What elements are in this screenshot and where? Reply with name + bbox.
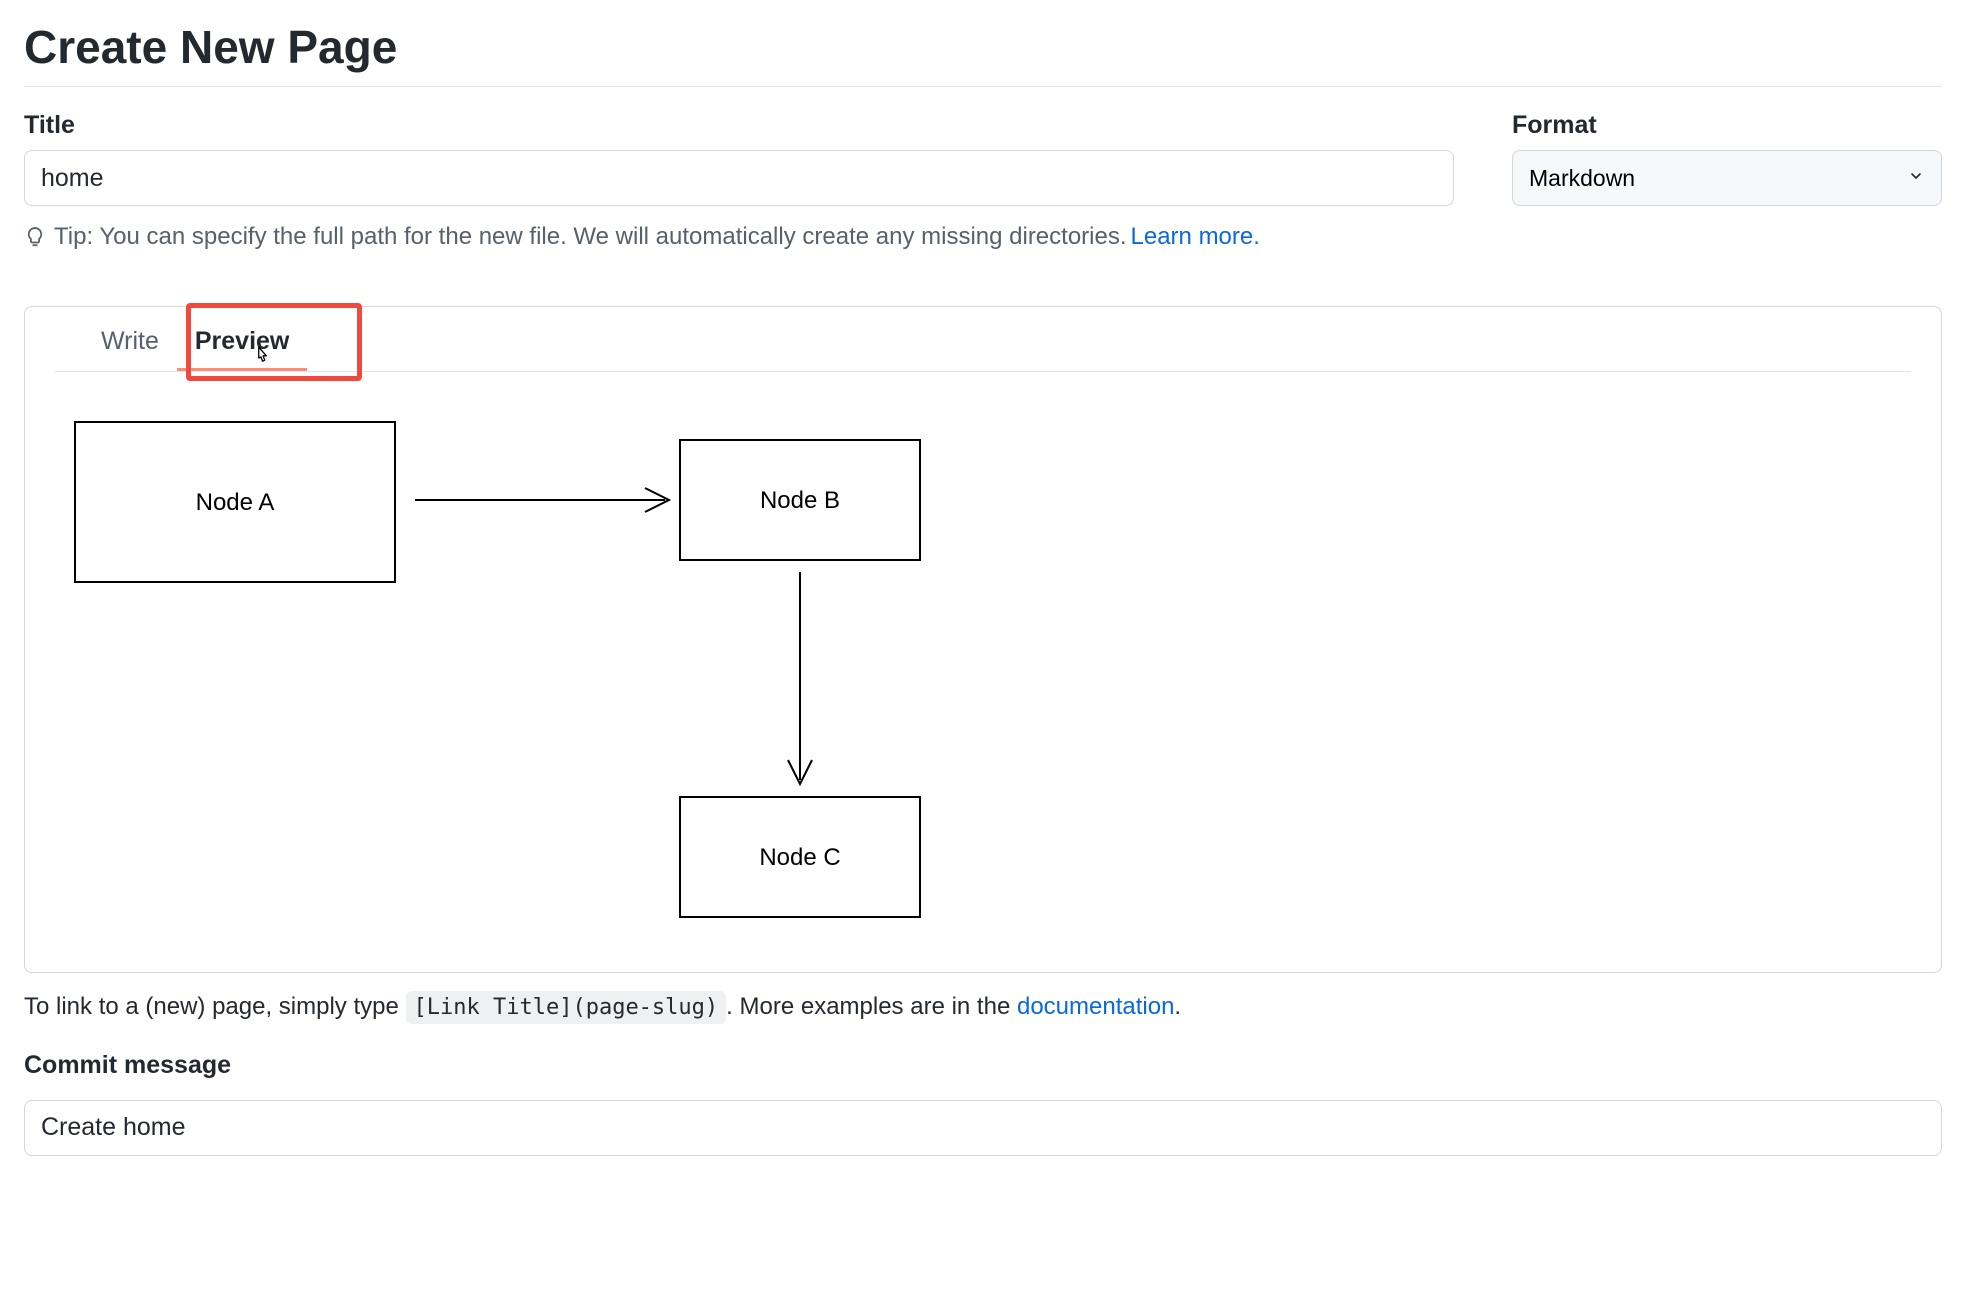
diagram-node-c-label: Node C [759, 844, 840, 871]
documentation-link[interactable]: documentation [1017, 993, 1174, 1020]
commit-message-input[interactable] [24, 1100, 1942, 1156]
link-hint-prefix: To link to a (new) page, simply type [24, 993, 406, 1020]
diagram-node-b-label: Node B [760, 487, 840, 514]
link-hint-suffix: . [1174, 993, 1181, 1020]
tip-text: Tip: You can specify the full path for t… [54, 220, 1127, 254]
link-hint: To link to a (new) page, simply type [Li… [24, 993, 1942, 1021]
tab-preview[interactable]: Preview [177, 317, 308, 371]
learn-more-link[interactable]: Learn more. [1131, 220, 1260, 254]
title-label: Title [24, 111, 1454, 140]
page-heading: Create New Page [24, 20, 1942, 87]
tab-write[interactable]: Write [83, 317, 177, 371]
diagram: Node A Node B Node C [55, 412, 955, 932]
link-hint-middle: . More examples are in the [726, 993, 1017, 1020]
format-label: Format [1512, 111, 1942, 140]
diagram-node-a-label: Node A [196, 489, 275, 516]
lightbulb-icon [24, 224, 46, 250]
preview-content: Node A Node B Node C [25, 372, 1941, 972]
editor-panel: Write Preview Node A Node B Node C [24, 306, 1942, 973]
format-select[interactable]: Markdown [1512, 150, 1942, 206]
link-hint-code: [Link Title](page-slug) [406, 991, 727, 1024]
title-input[interactable] [24, 150, 1454, 206]
commit-message-label: Commit message [24, 1051, 1942, 1080]
